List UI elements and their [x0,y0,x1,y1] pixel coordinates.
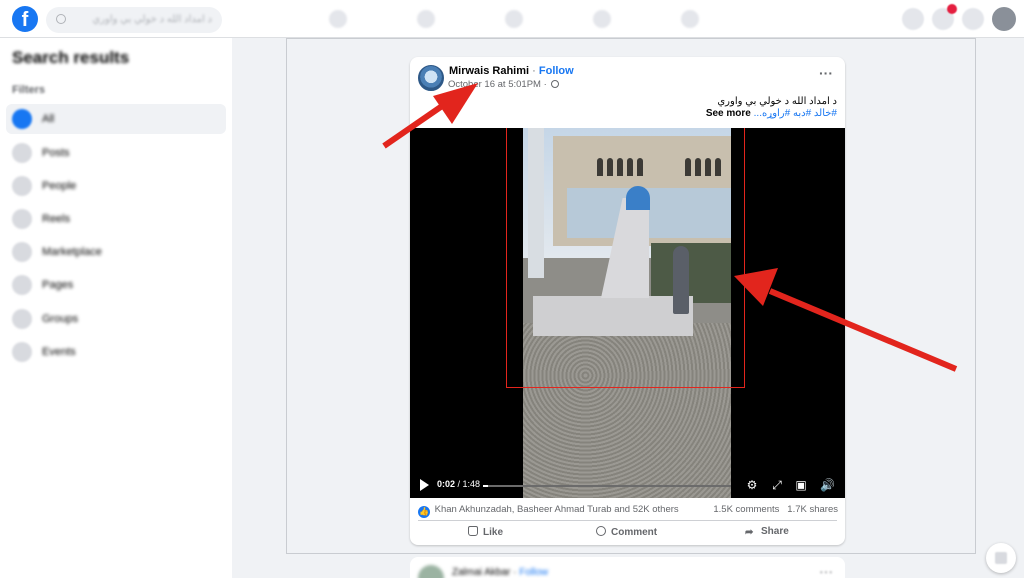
reactions-bar: 👍 Khan Akhunzadah, Basheer Ahmad Turab a… [418,504,838,518]
sidebar-item-events[interactable]: Events [6,337,226,367]
author-name[interactable]: Zalmai Akbar [452,567,510,578]
filters-label: Filters [12,84,46,96]
like-button[interactable]: Like [468,526,503,538]
comment-button[interactable]: Comment [596,526,657,538]
comments-count[interactable]: 1.5K comments [713,504,779,515]
reaction-names[interactable]: Khan Akhunzadah, Basheer Ahmad Turab and… [435,504,679,515]
sidebar-item-pages[interactable]: Pages [6,270,226,300]
post-tags-line: See more #خالد #دبه #راوړه... [706,108,837,119]
sidebar-item-all[interactable]: All [6,104,226,134]
video-time: 0:02 / 1:48 [437,479,481,489]
menu-icon[interactable] [902,8,924,30]
like-reaction-icon: 👍 [418,506,430,518]
globe-icon [551,80,560,88]
video-controls: 0:02 / 1:48 ⚙ ⤢ ▣ 🔊 [410,474,845,498]
top-navbar: f د امداد الله د خولي بي واوري [0,0,1024,38]
pages-icon [12,275,32,295]
notification-badge [947,4,957,14]
sidebar-item-label: Reels [42,213,71,225]
share-icon: ➦ [745,527,754,538]
hashtags[interactable]: #خالد #دبه #راوړه... [754,108,837,119]
progress-fill [483,485,488,487]
video-progress-bar[interactable] [483,485,731,487]
see-more-link[interactable]: See more [706,108,751,119]
sidebar-item-label: Pages [42,279,74,291]
sidebar-item-groups[interactable]: Groups [6,304,226,334]
picture-in-picture-icon[interactable]: ▣ [794,479,808,491]
events-icon [12,342,32,362]
post-meta: October 16 at 5:01PM · [448,79,560,90]
post-card: Mirwais Rahimi · Follow October 16 at 5:… [410,57,845,545]
sidebar-item-reels[interactable]: Reels [6,204,226,234]
marketplace-icon [12,242,32,262]
video-player[interactable]: 0:02 / 1:48 ⚙ ⤢ ▣ 🔊 [410,128,845,498]
search-sidebar: Search results Filters All Posts People … [0,38,232,578]
author-avatar[interactable] [418,565,444,578]
annotation-box [506,128,745,388]
play-icon[interactable] [420,479,429,491]
people-icon [12,176,32,196]
duration: 1:48 [462,479,481,489]
author-avatar[interactable] [418,65,444,91]
home-icon[interactable] [329,10,347,28]
like-icon [468,526,478,536]
sidebar-item-marketplace[interactable]: Marketplace [6,237,226,267]
like-label: Like [483,527,504,538]
next-post-card: Zalmai Akbar · Follow ··· [410,557,845,578]
more-options-icon[interactable]: ··· [819,563,833,578]
sidebar-item-label: All [42,113,55,125]
sidebar-item-label: People [42,180,77,192]
sidebar-item-people[interactable]: People [6,171,226,201]
author-name[interactable]: Mirwais Rahimi [449,65,529,77]
marketplace-icon[interactable] [505,10,523,28]
groups-icon [12,309,32,329]
account-avatar[interactable] [992,7,1016,31]
follow-button[interactable]: Follow [539,65,574,77]
sidebar-item-label: Events [42,346,76,358]
facebook-logo[interactable]: f [12,6,38,32]
share-label: Share [761,526,789,537]
post-actions: Like Comment ➦ Share [410,523,845,545]
sidebar-item-posts[interactable]: Posts [6,138,226,168]
separator: · [532,65,536,77]
comment-label: Comment [611,527,658,538]
current-time: 0:02 [437,479,456,489]
post-timestamp[interactable]: October 16 at 5:01PM [448,79,541,90]
posts-icon [12,143,32,163]
search-text: د امداد الله د خولي بي واوري [92,14,212,25]
new-message-button[interactable] [986,543,1016,573]
share-button[interactable]: ➦ Share [745,526,789,538]
compose-icon [995,552,1007,564]
fullscreen-icon[interactable]: ⤢ [770,479,784,491]
gaming-icon[interactable] [681,10,699,28]
search-input[interactable]: د امداد الله د خولي بي واوري [46,7,222,33]
groups-icon[interactable] [593,10,611,28]
all-icon [12,109,32,129]
sidebar-item-label: Groups [42,313,79,325]
divider [418,520,837,521]
comment-icon [596,526,606,536]
next-post-header: Zalmai Akbar · Follow [452,567,549,578]
shares-count[interactable]: 1.7K shares [787,504,838,515]
volume-icon[interactable]: 🔊 [820,479,835,491]
post-header: Mirwais Rahimi · Follow [449,65,574,77]
separator: · [543,79,547,90]
sidebar-item-label: Posts [42,147,70,159]
sidebar-item-label: Marketplace [42,246,102,258]
sidebar-title: Search results [12,48,130,67]
post-text: د امداد الله د خولي بي واوري [717,96,837,107]
notifications-icon[interactable] [962,8,984,30]
more-options-icon[interactable]: ··· [819,65,833,81]
reels-icon [12,209,32,229]
settings-icon[interactable]: ⚙ [745,479,759,491]
watch-icon[interactable] [417,10,435,28]
search-icon [56,14,66,24]
follow-button[interactable]: Follow [519,567,548,578]
